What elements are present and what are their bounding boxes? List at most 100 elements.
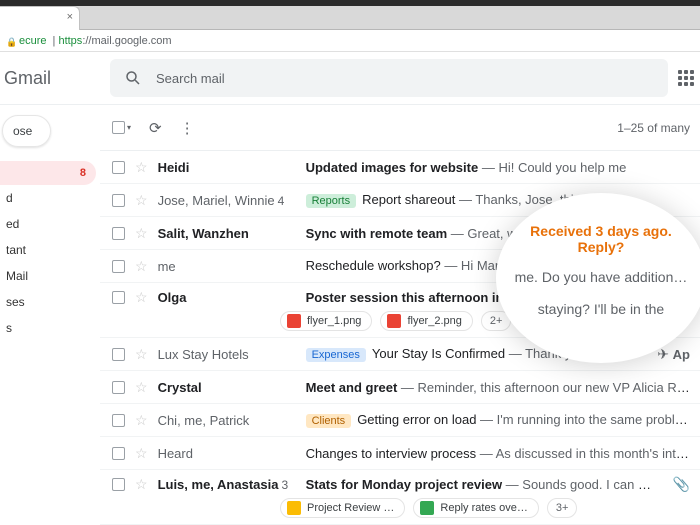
row-subject: Changes to interview process xyxy=(306,446,477,461)
attachment-chip[interactable]: flyer_2.png xyxy=(380,311,472,331)
star-icon[interactable]: ☆ xyxy=(135,476,148,493)
star-icon[interactable]: ☆ xyxy=(135,289,148,306)
app-bar: Gmail Search mail xyxy=(0,52,700,105)
attachment-chips: Project Review … Reply rates ove… 3+ xyxy=(280,498,577,518)
category-label: Expenses xyxy=(306,348,366,362)
file-icon xyxy=(287,314,301,328)
star-icon[interactable]: ☆ xyxy=(135,346,148,363)
file-icon xyxy=(387,314,401,328)
row-subject: Report shareout xyxy=(362,192,455,207)
row-checkbox[interactable] xyxy=(112,414,125,427)
table-row[interactable]: ☆ Chi, me, Patrick ClientsGetting error on… xyxy=(100,404,700,437)
star-icon[interactable]: ☆ xyxy=(135,225,148,242)
row-content: Stats for Monday project review — Sounds… xyxy=(306,477,655,492)
browser-address-bar[interactable]: ecure | https://mail.google.com xyxy=(0,30,700,52)
row-sender: me xyxy=(158,259,296,274)
row-sender: Olga xyxy=(158,290,296,305)
star-icon[interactable]: ☆ xyxy=(135,379,148,396)
nudge-line: me. Do you have addition… xyxy=(514,269,688,285)
secure-label: ecure xyxy=(19,35,47,47)
star-icon[interactable]: ☆ xyxy=(135,159,148,176)
search-icon xyxy=(124,69,142,87)
row-sender: Luis, me, Anastasia3 xyxy=(158,477,296,492)
sidebar-item[interactable]: ed xyxy=(0,211,96,237)
table-row[interactable]: ☆HeardChanges to interview process — As … xyxy=(100,437,700,470)
refresh-icon[interactable]: ⟳ xyxy=(149,119,162,137)
star-icon[interactable]: ☆ xyxy=(135,412,148,429)
file-icon xyxy=(420,501,434,515)
row-subject: Updated images for website xyxy=(306,160,479,175)
row-snippet: — Hi! Could you help me xyxy=(478,160,626,175)
star-icon[interactable]: ☆ xyxy=(135,445,148,462)
mail-toolbar: ▾ ⟳ ⋮ 1–25 of many xyxy=(100,105,700,151)
select-all-checkbox[interactable]: ▾ xyxy=(112,121,131,134)
row-snippet: — Sounds good. I can get back to you abo… xyxy=(502,477,655,492)
row-sender: Heidi xyxy=(158,160,296,175)
sidebar-item-label: s xyxy=(6,321,12,335)
search-placeholder: Search mail xyxy=(156,71,225,86)
chip-more[interactable]: 3+ xyxy=(547,498,578,518)
more-icon[interactable]: ⋮ xyxy=(180,119,196,137)
attachment-chip[interactable]: flyer_1.png xyxy=(280,311,372,331)
row-sender: Crystal xyxy=(158,380,296,395)
attachment-chip[interactable]: Reply rates ove… xyxy=(413,498,538,518)
nudge-title: Received 3 days ago. Reply? xyxy=(514,223,688,255)
sidebar-item[interactable]: tant xyxy=(0,237,96,263)
row-checkbox[interactable] xyxy=(112,291,125,304)
row-content: Updated images for website — Hi! Could y… xyxy=(306,160,690,175)
sidebar: ose 8 d ed tant Mail ses s xyxy=(0,105,100,525)
clip-icon: 📎 xyxy=(673,476,690,492)
apps-icon[interactable] xyxy=(678,70,694,86)
row-sender: Jose, Mariel, Winnie4 xyxy=(158,193,296,208)
attachment-chip[interactable]: Project Review … xyxy=(280,498,405,518)
star-icon[interactable]: ☆ xyxy=(135,192,148,209)
row-right: 📎 xyxy=(673,476,690,493)
row-content: ClientsGetting error on load — I'm runni… xyxy=(306,412,690,428)
nudge-bubble: Received 3 days ago. Reply? me. Do you h… xyxy=(496,193,700,363)
star-icon[interactable]: ☆ xyxy=(135,258,148,275)
row-checkbox[interactable] xyxy=(112,348,125,361)
row-content: Meet and greet — Reminder, this afternoo… xyxy=(306,380,690,395)
row-right: ✈ Ap xyxy=(657,346,690,363)
app-logo: Gmail xyxy=(0,68,110,89)
row-checkbox[interactable] xyxy=(112,478,125,491)
sidebar-item-label: ed xyxy=(6,217,19,231)
attachment-chips: flyer_1.pngflyer_2.png2+ xyxy=(280,311,511,331)
compose-button[interactable]: ose xyxy=(2,115,51,147)
row-snippet: — I'm running into the same problem. Res… xyxy=(476,412,690,427)
sidebar-item[interactable]: Mail xyxy=(0,263,96,289)
sidebar-item[interactable]: s xyxy=(0,315,96,341)
sidebar-item-count: 8 xyxy=(80,167,86,179)
category-label: Clients xyxy=(306,414,352,428)
sidebar-item[interactable]: d xyxy=(0,185,96,211)
row-sender: Salit, Wanzhen xyxy=(158,226,296,241)
row-snippet: — Reminder, this afternoon our new VP Al… xyxy=(397,380,690,395)
browser-tab[interactable]: × xyxy=(0,6,80,30)
row-subject: Sync with remote team xyxy=(306,226,448,241)
row-checkbox[interactable] xyxy=(112,227,125,240)
sidebar-item[interactable]: ses xyxy=(0,289,96,315)
row-subject: Stats for Monday project review xyxy=(306,477,503,492)
browser-url: https://mail.google.com xyxy=(58,35,171,47)
row-checkbox[interactable] xyxy=(112,161,125,174)
row-checkbox[interactable] xyxy=(112,260,125,273)
close-icon[interactable]: × xyxy=(67,11,73,23)
table-row[interactable]: ☆ Crystal Meet and greet — Reminder, this … xyxy=(100,371,700,404)
main-pane: ▾ ⟳ ⋮ 1–25 of many ☆ Heidi Updated images … xyxy=(100,105,700,525)
row-subject: Your Stay Is Confirmed xyxy=(372,346,505,361)
row-sender: Chi, me, Patrick xyxy=(158,413,296,428)
search-input[interactable]: Search mail xyxy=(110,59,668,97)
sidebar-item-label: Mail xyxy=(6,269,28,283)
lock-icon xyxy=(6,36,15,45)
row-checkbox[interactable] xyxy=(112,447,125,460)
table-row[interactable]: ☆ Heidi Updated images for website — Hi! C… xyxy=(100,151,700,184)
table-row[interactable]: ☆ Luis, me, Anastasia3 Stats for Monday pr… xyxy=(100,470,700,525)
browser-tabstrip: × xyxy=(0,6,700,30)
row-content: Changes to interview process — As discus… xyxy=(306,446,690,461)
sidebar-item[interactable]: 8 xyxy=(0,161,96,185)
nudge-line: staying? I'll be in the xyxy=(514,301,688,317)
sidebar-item-label: tant xyxy=(6,243,26,257)
row-subject: Reschedule workshop? xyxy=(306,258,441,273)
row-checkbox[interactable] xyxy=(112,381,125,394)
row-checkbox[interactable] xyxy=(112,194,125,207)
